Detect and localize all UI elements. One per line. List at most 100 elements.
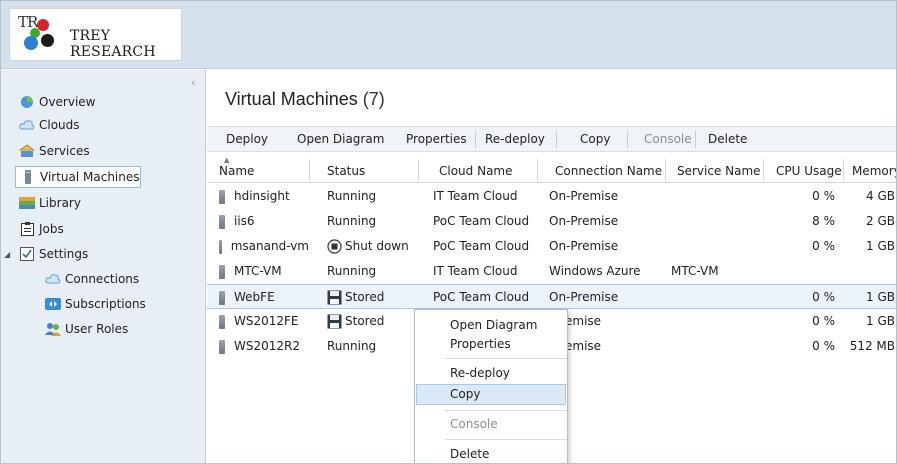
library-icon bbox=[19, 196, 35, 210]
deploy-button[interactable]: Deploy bbox=[226, 127, 268, 152]
cell-text: WebFE bbox=[234, 290, 275, 304]
column-divider bbox=[537, 159, 538, 181]
cell-text: PoC Team Cloud bbox=[433, 214, 530, 228]
context-menu-open-diagram[interactable]: Open Diagram bbox=[416, 315, 566, 336]
cell-text: 0 % bbox=[812, 189, 835, 203]
shutdown-icon bbox=[327, 239, 342, 254]
context-menu-delete[interactable]: Delete bbox=[416, 444, 566, 463]
context-menu-redeploy[interactable]: Re-deploy bbox=[416, 363, 566, 384]
cell-cloud: PoC Team Cloud bbox=[433, 234, 537, 259]
cell-text: 4 GB bbox=[866, 189, 895, 203]
cell-service: MTC-VM bbox=[671, 259, 761, 284]
cell-cpu: 0 % bbox=[763, 309, 835, 334]
table-row[interactable]: WebFE Stored PoC Team Cloud On-Premise 0 % 1 … bbox=[207, 284, 896, 310]
sidebar-item-library[interactable]: Library bbox=[19, 192, 81, 213]
vm-icon bbox=[219, 189, 225, 204]
sidebar-item-jobs[interactable]: Jobs bbox=[19, 218, 64, 239]
page-title-count: (7) bbox=[362, 89, 385, 109]
cell-text: PoC Team Cloud bbox=[433, 239, 530, 253]
toolbar-divider bbox=[695, 131, 696, 148]
cell-text: msanand-vm bbox=[230, 239, 309, 253]
context-menu-copy[interactable]: Copy bbox=[416, 384, 566, 405]
cell-service bbox=[671, 285, 761, 310]
sidebar-item-settings[interactable]: Settings bbox=[19, 243, 88, 264]
cell-cpu bbox=[763, 259, 835, 284]
cell-text: Stored bbox=[345, 314, 385, 328]
cell-text: On-Premise bbox=[549, 239, 619, 253]
sidebar-item-label: Services bbox=[39, 144, 90, 158]
sidebar-item-connections[interactable]: Connections bbox=[45, 268, 139, 289]
sidebar-item-label: Connections bbox=[65, 271, 140, 286]
sidebar-item-label: User Roles bbox=[65, 321, 129, 336]
cell-cpu: 0 % bbox=[763, 334, 835, 359]
column-divider bbox=[843, 159, 844, 181]
cell-text: 1 GB bbox=[866, 290, 895, 304]
open-diagram-button[interactable]: Open Diagram bbox=[297, 127, 384, 152]
table-row[interactable]: MTC-VM Running IT Team Cloud Windows Azure M… bbox=[207, 259, 896, 284]
sidebar-item-subscriptions[interactable]: Subscriptions bbox=[45, 293, 146, 314]
cloud-icon bbox=[19, 118, 35, 132]
sidebar-item-label: Subscriptions bbox=[65, 296, 146, 311]
copy-button[interactable]: Copy bbox=[580, 127, 610, 152]
cell-text: 0 % bbox=[812, 239, 835, 253]
sidebar-item-overview[interactable]: Overview bbox=[19, 91, 96, 112]
table-row[interactable]: hdinsight Running IT Team Cloud On-Premise 0… bbox=[207, 184, 896, 209]
column-divider bbox=[309, 159, 310, 181]
column-header-name[interactable]: Name bbox=[219, 153, 254, 183]
cell-text: MTC-VM bbox=[671, 264, 719, 278]
sidebar-item-services[interactable]: Services bbox=[19, 142, 90, 160]
cell-cpu: 0 % bbox=[763, 184, 835, 209]
column-header-connection-name[interactable]: Connection Name bbox=[555, 153, 662, 183]
sidebar-item-user-roles[interactable]: User Roles bbox=[45, 318, 128, 339]
column-header-memory[interactable]: Memory bbox=[852, 153, 896, 183]
collapse-sidebar-icon[interactable]: ‹ bbox=[191, 76, 195, 89]
cell-text: IT Team Cloud bbox=[433, 264, 518, 278]
table-row[interactable]: msanand-vm Shut down PoC Team Cloud On-Prem… bbox=[207, 234, 896, 259]
sidebar-item-label: Overview bbox=[39, 94, 96, 109]
logo: TR TREY RESEARCH bbox=[9, 8, 182, 61]
cell-status: Shut down bbox=[327, 234, 417, 259]
cell-text: 0 % bbox=[812, 290, 835, 304]
cell-cpu: 8 % bbox=[763, 209, 835, 234]
cell-text: PoC Team Cloud bbox=[433, 290, 530, 304]
logo-text: TREY RESEARCH bbox=[70, 28, 156, 60]
cell-name: iis6 bbox=[219, 209, 309, 234]
cell-text: 8 % bbox=[812, 214, 835, 228]
column-header-cloud-name[interactable]: Cloud Name bbox=[439, 153, 513, 183]
cell-cpu: 0 % bbox=[763, 234, 835, 259]
toolbar-divider bbox=[475, 131, 476, 148]
column-header-cpu-usage[interactable]: CPU Usage bbox=[776, 153, 842, 183]
cell-text: WS2012R2 bbox=[234, 339, 300, 353]
cell-cpu: 0 % bbox=[763, 285, 835, 310]
stored-icon bbox=[327, 290, 342, 305]
cell-text: 512 MB bbox=[849, 339, 895, 353]
cell-status: Running bbox=[327, 259, 417, 284]
header-bar: TR TREY RESEARCH bbox=[1, 1, 896, 69]
services-icon bbox=[19, 144, 35, 158]
vm-icon bbox=[219, 214, 225, 229]
cell-text: Windows Azure bbox=[549, 264, 641, 278]
properties-button[interactable]: Properties bbox=[406, 127, 467, 152]
cell-memory bbox=[843, 259, 895, 284]
column-header-status[interactable]: Status bbox=[327, 153, 365, 183]
cell-status: Running bbox=[327, 209, 417, 234]
column-header-service-name[interactable]: Service Name bbox=[677, 153, 761, 183]
menu-separator bbox=[445, 439, 567, 440]
sidebar-item-label: Virtual Machines bbox=[40, 170, 140, 184]
sidebar-item-label: Library bbox=[39, 195, 81, 210]
console-button[interactable]: Console bbox=[644, 127, 692, 152]
context-menu-properties[interactable]: Properties bbox=[416, 334, 566, 355]
cell-name: WS2012R2 bbox=[219, 334, 309, 359]
cell-status: Running bbox=[327, 184, 417, 209]
logo-dot-black bbox=[41, 34, 54, 47]
table-row[interactable]: iis6 Running PoC Team Cloud On-Premise 8 % 2 … bbox=[207, 209, 896, 234]
context-menu-console[interactable]: Console bbox=[416, 414, 566, 435]
sidebar: ‹ Overview Clouds Services Virtual Machi… bbox=[1, 70, 206, 463]
sidebar-item-virtual-machines[interactable]: Virtual Machines bbox=[15, 166, 141, 188]
sidebar-item-clouds[interactable]: Clouds bbox=[19, 117, 80, 133]
cell-text: 0 % bbox=[812, 339, 835, 353]
delete-button[interactable]: Delete bbox=[708, 127, 747, 152]
redeploy-button[interactable]: Re-deploy bbox=[485, 127, 545, 152]
expand-settings-icon[interactable]: ◢ bbox=[4, 250, 10, 259]
page-title: Virtual Machines (7) bbox=[225, 89, 385, 110]
